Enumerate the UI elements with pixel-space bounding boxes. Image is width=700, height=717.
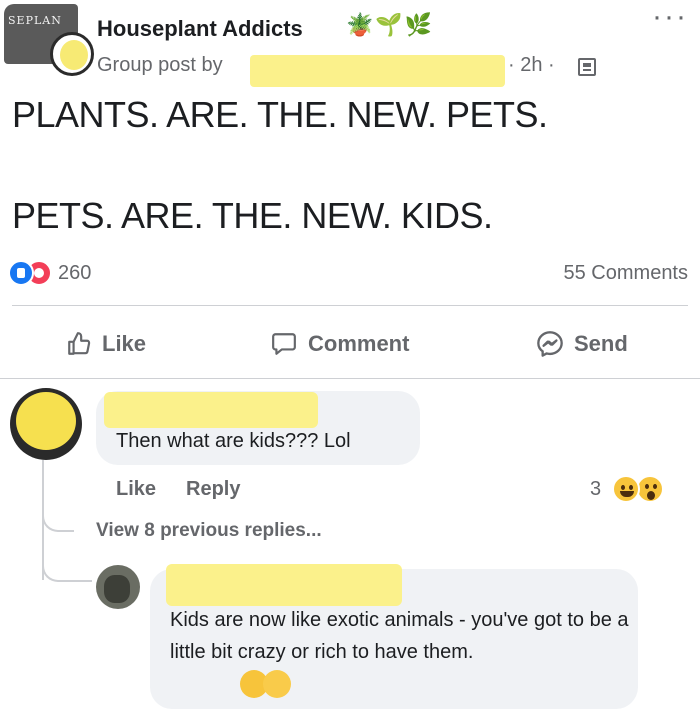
- comment-reply-button[interactable]: Reply: [186, 478, 240, 501]
- avatar-cover-text: SEPLAN: [8, 14, 62, 27]
- privacy-icon: [578, 58, 596, 76]
- comment-reaction-count[interactable]: 3: [590, 478, 601, 501]
- redacted-commenter-name: [104, 392, 318, 428]
- post-timestamp[interactable]: · 2h ·: [508, 54, 555, 77]
- comment-icon: [272, 333, 296, 355]
- avatar-photo: [104, 575, 130, 603]
- avatar[interactable]: [10, 388, 82, 460]
- thumbs-up-icon: [68, 332, 91, 355]
- reactions-count: 260: [58, 262, 92, 284]
- post-header: SEPLAN Houseplant Addicts 🪴🌱🌿 Group post…: [0, 0, 700, 90]
- redacted-avatar: [16, 392, 76, 450]
- thread-connector: [42, 550, 92, 582]
- send-button-label: Send: [574, 331, 628, 356]
- redacted-commenter-name: [166, 564, 402, 606]
- wow-emoji-icon: [636, 475, 664, 503]
- comment-button[interactable]: Comment: [270, 324, 409, 364]
- post-text-line-2: PETS. ARE. THE. NEW. KIDS.: [12, 195, 493, 236]
- view-previous-replies-link[interactable]: View 8 previous replies...: [96, 520, 322, 542]
- group-name-link[interactable]: Houseplant Addicts: [97, 16, 303, 42]
- comment-text: Then what are kids??? Lol: [116, 430, 351, 452]
- reply-text: Kids are now like exotic animals - you'v…: [170, 609, 629, 663]
- haha-emoji-icon: [612, 475, 640, 503]
- divider: [12, 305, 688, 306]
- messenger-icon: [537, 331, 563, 357]
- comment-button-label: Comment: [308, 331, 410, 356]
- like-button[interactable]: Like: [66, 324, 146, 364]
- send-button[interactable]: Send: [536, 324, 628, 364]
- redacted-author-name: [250, 55, 505, 87]
- more-icon[interactable]: ···: [652, 0, 688, 34]
- like-button-label: Like: [102, 331, 147, 356]
- avatar[interactable]: [96, 565, 140, 609]
- thread-connector: [42, 500, 74, 532]
- group-name-emojis: 🪴🌱🌿: [346, 12, 435, 37]
- laugh-emoji-icon: [263, 670, 291, 698]
- redacted-avatar: [60, 40, 88, 70]
- comment-like-button[interactable]: Like: [116, 478, 156, 501]
- comments-count-link[interactable]: 55 Comments: [564, 262, 689, 285]
- like-reaction-icon: [8, 260, 34, 286]
- divider: [0, 378, 700, 379]
- post-text-line-1: PLANTS. ARE. THE. NEW. PETS.: [12, 94, 548, 135]
- group-avatar[interactable]: SEPLAN: [4, 4, 94, 76]
- post-meta-prefix: Group post by: [97, 54, 223, 76]
